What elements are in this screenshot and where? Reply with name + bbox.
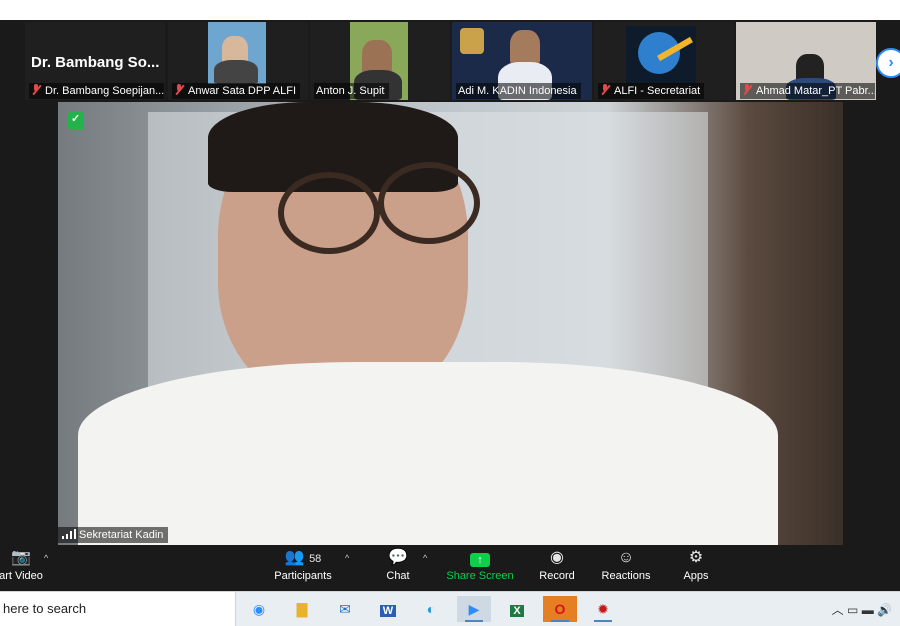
participants-icon: 👥 xyxy=(284,549,305,566)
mic-muted-icon xyxy=(600,84,610,95)
participant-name: Adi M. KADIN Indonesia xyxy=(456,83,581,99)
taskbar-search[interactable]: here to search xyxy=(0,592,236,626)
share-screen-icon: ↑ xyxy=(470,553,490,567)
reactions-icon: ☺ xyxy=(617,549,635,566)
video-feed xyxy=(208,22,266,84)
mail-icon[interactable]: ✉ xyxy=(328,596,362,622)
shield-check-icon xyxy=(68,112,84,130)
zoom-window: Dr. Bambang So... Dr. Bambang Soepijan..… xyxy=(0,0,900,626)
participants-count: 58 xyxy=(309,553,322,565)
zoom-icon[interactable]: ▶ xyxy=(457,596,491,622)
word-icon[interactable]: W xyxy=(371,596,405,622)
participant-gallery: Dr. Bambang So... Dr. Bambang Soepijan..… xyxy=(0,20,900,102)
participants-button[interactable]: 👥 58 Participants xyxy=(272,547,334,583)
tile-participant-5[interactable]: ALFI - Secretariat xyxy=(594,22,734,100)
apps-icon: ⚙ xyxy=(688,549,704,566)
participants-options-caret[interactable]: ^ xyxy=(345,553,349,563)
excel-icon[interactable]: X xyxy=(500,596,534,622)
top-strip xyxy=(0,0,900,20)
chat-icon: 💬 xyxy=(388,549,408,566)
search-input[interactable]: here to search xyxy=(3,601,86,616)
reactions-button[interactable]: ☺ Reactions xyxy=(600,547,652,583)
chat-button[interactable]: 💬 Chat xyxy=(382,547,414,583)
tile-participant-3[interactable]: Anton J. Supit xyxy=(310,22,450,100)
apps-button[interactable]: ⚙ Apps xyxy=(681,547,711,583)
tile-participant-4[interactable]: Adi M. KADIN Indonesia xyxy=(452,22,592,100)
participant-name: Ahmad Matar_PT Pabr... xyxy=(740,83,875,99)
participant-big-name: Dr. Bambang So... xyxy=(31,54,160,71)
system-tray[interactable]: ︿ ▭ ▬ 🔊 xyxy=(832,601,892,618)
network-icon[interactable]: ▭ xyxy=(847,603,858,617)
volume-icon[interactable]: 🔊 xyxy=(877,603,892,617)
zoom-meeting-icon[interactable]: ◉ xyxy=(242,596,276,622)
share-screen-button[interactable]: ↑ Share Screen xyxy=(446,547,514,583)
video-options-caret[interactable]: ^ xyxy=(44,553,48,563)
chevron-right-icon[interactable]: › xyxy=(876,48,900,78)
participant-name: Dr. Bambang Soepijan... xyxy=(29,83,164,99)
chevron-up-icon[interactable]: ︿ xyxy=(832,603,844,617)
record-icon: ◉ xyxy=(550,549,564,566)
active-speaker-area: Sekretariat Kadin xyxy=(0,102,900,545)
tile-participant-1[interactable]: Dr. Bambang So... Dr. Bambang Soepijan..… xyxy=(25,22,165,100)
mic-muted-icon xyxy=(31,84,41,95)
tile-participant-6[interactable]: Ahmad Matar_PT Pabr... xyxy=(736,22,876,100)
file-explorer-icon[interactable]: ▇ xyxy=(285,596,319,622)
participant-name: ALFI - Secretariat xyxy=(598,83,705,99)
signal-icon xyxy=(62,529,76,539)
speaker-name-label: Sekretariat Kadin xyxy=(58,527,169,543)
mic-muted-icon xyxy=(742,84,752,95)
start-video-button[interactable]: 📷 art Video xyxy=(0,547,44,583)
tile-participant-2[interactable]: Anwar Sata DPP ALFI xyxy=(168,22,308,100)
game-icon[interactable]: ✹ xyxy=(586,596,620,622)
edge-icon[interactable]: ◐ xyxy=(414,596,448,622)
participant-name: Anton J. Supit xyxy=(314,83,389,99)
speaker-shirt xyxy=(78,362,778,545)
opera-icon[interactable]: O xyxy=(543,596,577,622)
windows-taskbar: here to search ◉ ▇ ✉ W ◐ ▶ X O ✹ ︿ ▭ ▬ 🔊 xyxy=(0,591,900,626)
kadin-logo-icon xyxy=(460,28,484,54)
record-button[interactable]: ◉ Record xyxy=(537,547,577,583)
video-feed xyxy=(626,26,696,84)
speaker-video: Sekretariat Kadin xyxy=(58,102,843,545)
participant-name: Anwar Sata DPP ALFI xyxy=(172,83,301,99)
battery-icon[interactable]: ▬ xyxy=(862,603,874,617)
video-off-icon: 📷 xyxy=(11,549,31,566)
meeting-toolbar: 📷 art Video ^ 👥 58 Participants ^ 💬 Chat… xyxy=(0,545,900,591)
chat-options-caret[interactable]: ^ xyxy=(423,553,427,563)
mic-muted-icon xyxy=(174,84,184,95)
